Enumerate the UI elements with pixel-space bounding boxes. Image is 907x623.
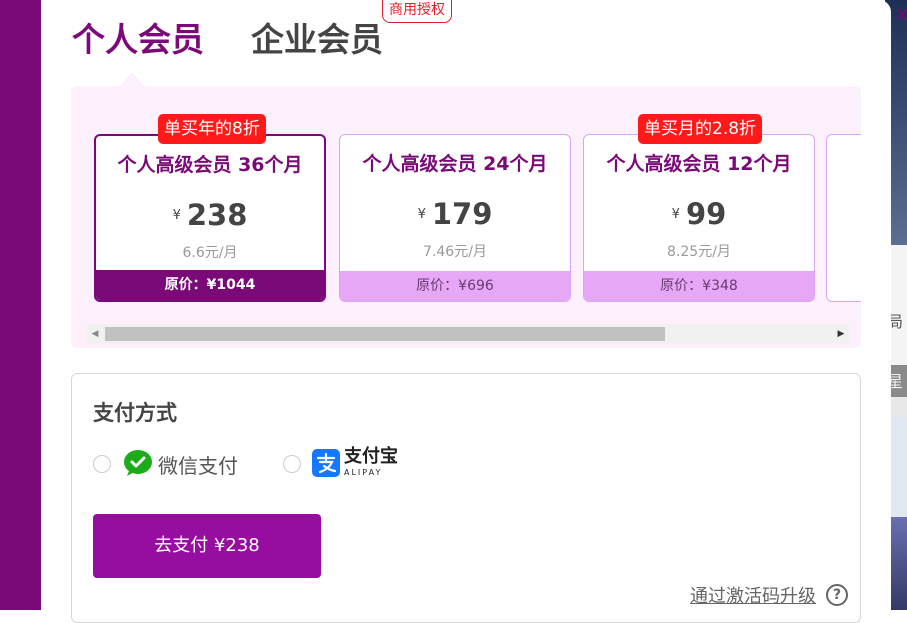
close-icon[interactable]: × — [892, 4, 907, 24]
commercial-license-badge: 商用授权 — [382, 0, 452, 23]
scroll-right-arrow-icon[interactable]: ▶ — [833, 324, 849, 344]
original-price: 原价：¥696 — [340, 271, 570, 301]
price-amount: 238 — [186, 198, 248, 232]
scroll-left-arrow-icon[interactable]: ◀ — [87, 324, 103, 344]
currency-symbol: ¥ — [671, 206, 680, 222]
alipay-sub-label: ALIPAY — [344, 468, 383, 477]
plan-name: 个人高级会员 24个月 — [362, 153, 548, 175]
tab-personal-membership[interactable]: 个人会员 — [72, 20, 204, 60]
price-amount: 99 — [685, 197, 727, 231]
original-price: 原价：¥1044 — [96, 270, 324, 300]
plan-price: ¥179 — [340, 197, 570, 231]
plan-name: 个人高级会员 36个月 — [117, 154, 303, 176]
pay-button[interactable]: 去支付 ¥238 — [93, 514, 321, 578]
help-icon[interactable]: ? — [826, 584, 848, 606]
plans-panel: 个人高级会员 36个月 ¥238 6.6元/月 原价：¥1044 个人高级会员 … — [71, 86, 861, 348]
plan-price: ¥238 — [96, 198, 324, 232]
original-price: 原价：¥348 — [584, 271, 814, 301]
plan-price: ¥99 — [584, 197, 814, 231]
alipay-icon — [312, 449, 340, 477]
currency-symbol: ¥ — [417, 206, 426, 222]
plan-card-36-months[interactable]: 个人高级会员 36个月 ¥238 6.6元/月 原价：¥1044 — [94, 134, 326, 302]
plan-name: 个人高级会员 12个月 — [606, 153, 792, 175]
scrollbar-thumb[interactable] — [105, 327, 665, 341]
activation-code-link[interactable]: 通过激活码升级 — [690, 582, 816, 608]
payment-method-title: 支付方式 — [93, 401, 177, 425]
plan-card-partial[interactable] — [826, 134, 861, 302]
payment-panel: 支付方式 微信支付 支付宝 ALIPAY 去支付 ¥238 通过激活码升级 ? — [71, 373, 861, 623]
promo-badge: 单买月的2.8折 — [638, 114, 763, 144]
currency-symbol: ¥ — [172, 207, 181, 223]
plans-scrollbar[interactable]: ◀ ▶ — [87, 324, 849, 344]
active-tab-pointer — [120, 72, 144, 86]
plan-card-12-months[interactable]: 个人高级会员 12个月 ¥99 8.25元/月 原价：¥348 — [583, 134, 815, 302]
wechat-pay-label: 微信支付 — [158, 454, 238, 478]
wechat-pay-radio[interactable] — [93, 455, 111, 473]
monthly-price: 8.25元/月 — [667, 244, 731, 260]
promo-badge: 单买年的8折 — [158, 114, 266, 144]
plan-card-24-months[interactable]: 个人高级会员 24个月 ¥179 7.46元/月 原价：¥696 — [339, 134, 571, 302]
background-left-strip — [0, 0, 41, 610]
wechat-icon — [124, 450, 152, 476]
price-amount: 179 — [431, 197, 493, 231]
alipay-radio[interactable] — [283, 455, 301, 473]
monthly-price: 6.6元/月 — [182, 245, 238, 261]
tab-enterprise-membership[interactable]: 企业会员 — [251, 20, 383, 60]
alipay-label: 支付宝 — [344, 446, 398, 467]
monthly-price: 7.46元/月 — [423, 244, 487, 260]
